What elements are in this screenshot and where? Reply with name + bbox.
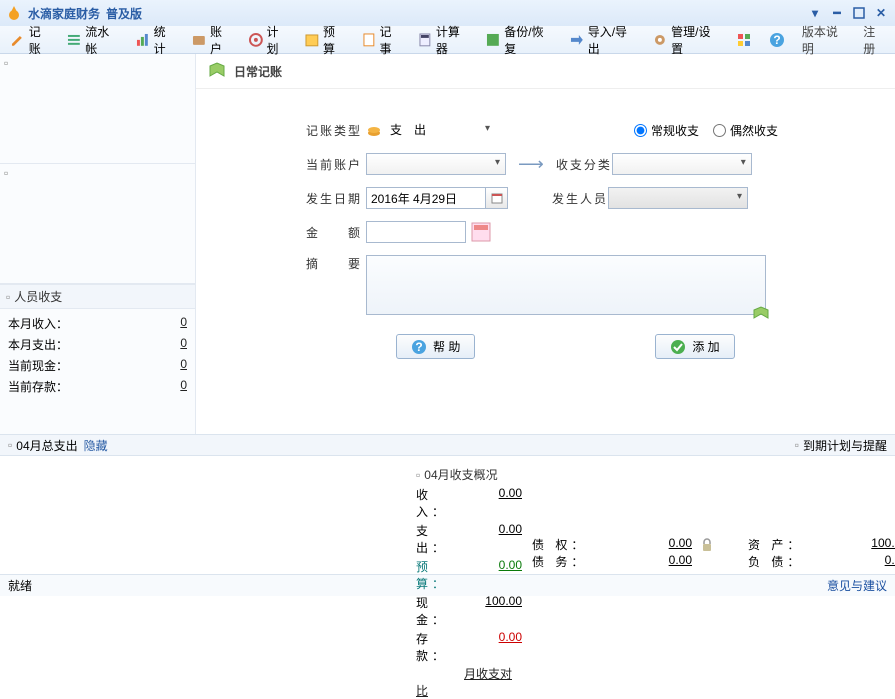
toolbar-register[interactable]: 注册 [857,21,893,59]
app-logo-icon [6,5,22,21]
monthly-overview: ▫04月收支概况 收 入：0.00 支 出：0.00 预 算：0.00 现 金：… [416,464,522,699]
toolbar-import[interactable]: 导入/导出 [563,21,644,59]
arrow-right-icon: ⟶ [518,154,544,175]
content-header: 日常记账 [196,54,895,89]
date-input[interactable] [366,187,486,209]
label-amount: 金 额 [306,224,366,241]
calculator-button[interactable] [470,221,492,243]
collapse-icon[interactable]: ▫ [4,166,8,180]
account-select[interactable] [366,153,506,175]
coins-icon [366,122,382,138]
disk-icon [485,32,501,48]
help-icon: ? [769,32,785,48]
midbar-left: 04月总支出 [16,437,77,454]
bullet-icon: ▫ [8,438,12,452]
pencil-icon [10,32,26,48]
main-toolbar: 记账 流水帐 统计 账户 计划 预算 记事 计算器 备份/恢复 导入/导出 管理… [0,26,895,54]
lock-icon [700,538,740,552]
svg-text:?: ? [415,340,422,354]
add-button[interactable]: 添 加 [655,334,734,359]
toolbar-apps[interactable] [730,30,761,50]
sidebar-row: 本月支出：0 [8,334,187,355]
label-date: 发生日期 [306,190,366,207]
toolbar-version[interactable]: 版本说明 [796,21,855,59]
category-select[interactable] [612,153,752,175]
wallet-icon [191,32,207,48]
help-button[interactable]: ? 帮 助 [396,334,475,359]
bullet-icon: ▫ [795,438,799,452]
dropdown-icon[interactable]: ▾ [807,5,823,21]
toolbar-stats[interactable]: 统计 [129,21,183,59]
check-icon [670,339,686,355]
assets-panel: 债 权：0.00 资 产：100.00 债 务：0.00 负 债：0.00 [522,456,895,574]
close-button[interactable]: ✕ [873,5,889,21]
toolbar-settings[interactable]: 管理/设置 [646,21,727,59]
monthly-compare-link[interactable]: 月收支对比 [416,667,512,698]
label-account: 当前账户 [306,156,366,173]
midbar-right: 到期计划与提醒 [803,437,887,454]
list-icon [66,32,82,48]
toolbar-help[interactable]: ? [763,30,794,50]
bottom-panel: ▫04月收支概况 收 入：0.00 支 出：0.00 预 算：0.00 现 金：… [0,456,895,574]
note-icon [361,32,377,48]
label-type: 记账类型 [306,122,366,139]
toolbar-notes[interactable]: 记事 [355,21,409,59]
help-icon: ? [411,339,427,355]
toolbar-account[interactable]: 账户 [185,21,239,59]
mid-bar: ▫ 04月总支出 隐藏 ▫ 到期计划与提醒 [0,434,895,456]
label-summary: 摘 要 [306,255,366,272]
sidebar-row: 当前存款：0 [8,376,187,397]
collapse-icon[interactable]: ▫ [4,56,8,70]
radio-occasional[interactable]: 偶然收支 [713,122,778,139]
label-category: 收支分类 [556,156,612,173]
person-select[interactable] [608,187,748,209]
collapse-icon: ▫ [6,290,10,304]
app-title: 水滴家庭财务 [28,5,100,22]
entry-form: 记账类型 支 出 常规收支 偶然收支 当前账户 ⟶ 收支分类 发生日期 [196,89,895,359]
feedback-link[interactable]: 意见与建议 [827,577,887,594]
target-icon [248,32,264,48]
date-picker-button[interactable] [486,187,508,209]
minimize-button[interactable]: ━ [829,5,845,21]
toolbar-ledger[interactable]: 流水帐 [60,21,126,59]
hide-link[interactable]: 隐藏 [84,437,108,454]
svg-text:?: ? [773,33,780,47]
expand-icon[interactable] [752,304,770,322]
maximize-button[interactable] [851,5,867,21]
sidebar-stats: 本月收入：0 本月支出：0 当前现金：0 当前存款：0 [0,309,195,401]
sidebar: ▫ ▫ ▫人员收支 本月收入：0 本月支出：0 当前现金：0 当前存款：0 [0,54,196,434]
sidebar-row: 本月收入：0 [8,313,187,334]
calendar-icon [304,32,320,48]
content-area: 日常记账 记账类型 支 出 常规收支 偶然收支 当前账户 ⟶ 收支分类 [196,54,895,434]
toolbar-plan[interactable]: 计划 [242,21,296,59]
page-title: 日常记账 [234,63,282,80]
toolbar-journal[interactable]: 记账 [4,21,58,59]
toolbar-backup[interactable]: 备份/恢复 [479,21,560,59]
radio-regular[interactable]: 常规收支 [634,122,699,139]
toolbar-budget[interactable]: 预算 [298,21,352,59]
label-person: 发生人员 [552,190,608,207]
status-text: 就绪 [8,577,32,594]
chart-icon [135,32,151,48]
sidebar-row: 当前现金：0 [8,355,187,376]
grid-icon [736,32,752,48]
gear-icon [652,32,668,48]
amount-input[interactable] [366,221,466,243]
book-icon [208,62,226,80]
type-select[interactable]: 支 出 [386,119,496,141]
app-edition: 普及版 [106,5,142,22]
sidebar-stats-header[interactable]: ▫人员收支 [0,284,195,309]
transfer-icon [569,32,585,48]
toolbar-calculator[interactable]: 计算器 [411,21,477,59]
calculator-icon [417,32,433,48]
summary-textarea[interactable] [366,255,766,315]
